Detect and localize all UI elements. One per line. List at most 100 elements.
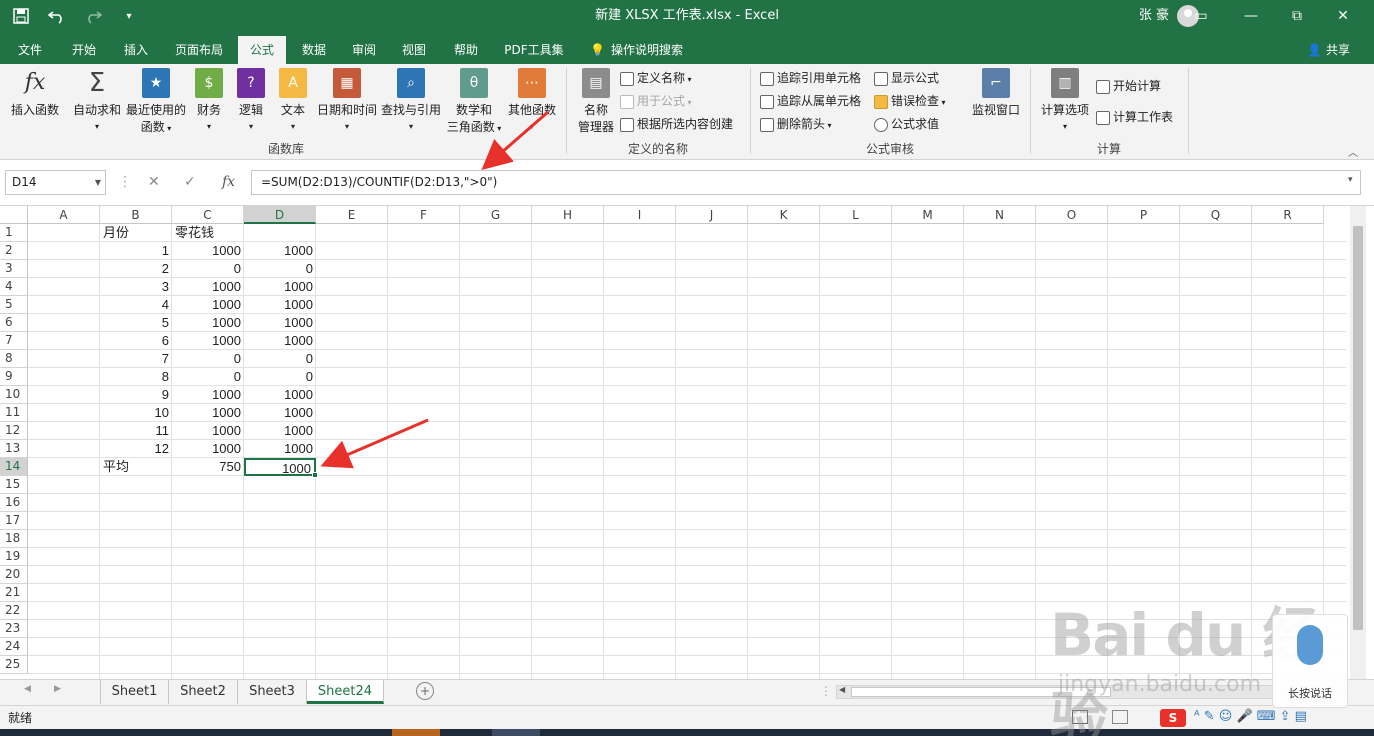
cell-c14[interactable]: 750 [172,458,244,476]
insert-function-button[interactable]: fx 插入函数 [8,68,62,118]
column-header-j[interactable]: J [676,206,748,224]
split-handle-icon[interactable]: ⋮ [820,684,832,698]
calc-now-button[interactable]: 开始计算 [1096,76,1161,96]
cell-d11[interactable]: 1000 [244,404,316,422]
row-header-21[interactable]: 21 [0,584,28,602]
row-header-20[interactable]: 20 [0,566,28,584]
tab-pdf-tools[interactable]: PDF工具集 [498,36,570,64]
sheet-tab[interactable]: Sheet1 [100,680,169,704]
cell-b10[interactable]: 9 [100,386,172,404]
cell-b5[interactable]: 4 [100,296,172,314]
share-button[interactable]: 👤 共享 [1307,36,1350,64]
cell-c2[interactable]: 1000 [172,242,244,260]
cancel-icon[interactable]: ✕ [148,170,160,195]
column-header-h[interactable]: H [532,206,604,224]
column-header-r[interactable]: R [1252,206,1324,224]
customize-icon[interactable]: ▾ [118,5,140,27]
cell-d3[interactable]: 0 [244,260,316,278]
column-header-q[interactable]: Q [1180,206,1252,224]
row-header-15[interactable]: 15 [0,476,28,494]
cell-d7[interactable]: 1000 [244,332,316,350]
use-in-formula-button[interactable]: 用于公式 ▾ [620,91,692,111]
row-header-1[interactable]: 1 [0,224,28,242]
tab-page-layout[interactable]: 页面布局 [166,36,232,64]
restore-button[interactable]: ⧉ [1274,0,1320,32]
tab-home[interactable]: 开始 [62,36,106,64]
text-button[interactable]: A 文本 ▾ [276,68,310,132]
taskbar-app[interactable] [492,729,540,736]
cell-b1[interactable]: 月份 [100,224,172,242]
cell-d9[interactable]: 0 [244,368,316,386]
cell-c11[interactable]: 1000 [172,404,244,422]
recent-functions-button[interactable]: ★ 最近使用的 函数 ▾ [124,68,188,135]
column-header-m[interactable]: M [892,206,964,224]
prev-sheet-icon[interactable]: ◀ [24,684,31,694]
cell-c4[interactable]: 1000 [172,278,244,296]
row-header-22[interactable]: 22 [0,602,28,620]
close-button[interactable]: ✕ [1320,0,1366,32]
cell-d6[interactable]: 1000 [244,314,316,332]
cell-c8[interactable]: 0 [172,350,244,368]
cell-c3[interactable]: 0 [172,260,244,278]
cell-d8[interactable]: 0 [244,350,316,368]
cell-b2[interactable]: 1 [100,242,172,260]
tab-file[interactable]: 文件 [8,36,52,64]
scroll-left-icon[interactable]: ◀ [839,685,845,694]
chevron-down-icon[interactable]: ▼ [95,171,101,194]
insert-function-icon[interactable]: fx [222,170,235,195]
logical-button[interactable]: ? 逻辑 ▾ [234,68,268,132]
sheet-tab[interactable]: Sheet2 [169,680,238,704]
cell-d2[interactable]: 1000 [244,242,316,260]
cell-b14[interactable]: 平均 [100,458,172,476]
collapse-ribbon-icon[interactable]: ︿ [1348,144,1358,159]
tab-data[interactable]: 数据 [292,36,336,64]
cell-c5[interactable]: 1000 [172,296,244,314]
row-header-25[interactable]: 25 [0,656,28,674]
row-header-8[interactable]: 8 [0,350,28,368]
create-from-selection-button[interactable]: 根据所选内容创建 [620,114,733,134]
error-checking-button[interactable]: 错误检查 ▾ [874,91,946,111]
fill-handle[interactable] [312,472,318,478]
column-header-b[interactable]: B [100,206,172,224]
row-header-11[interactable]: 11 [0,404,28,422]
tab-view[interactable]: 视图 [392,36,436,64]
voice-input-widget[interactable]: 长按说话 [1272,614,1348,708]
row-header-3[interactable]: 3 [0,260,28,278]
cell-c1[interactable]: 零花钱 [172,224,244,242]
cell-b11[interactable]: 10 [100,404,172,422]
column-header-i[interactable]: I [604,206,676,224]
cell-c12[interactable]: 1000 [172,422,244,440]
row-header-14[interactable]: 14 [0,458,28,476]
tell-me-search[interactable]: 💡 操作说明搜索 [590,36,702,64]
cell-d10[interactable]: 1000 [244,386,316,404]
scroll-thumb[interactable] [1353,226,1363,630]
lookup-button[interactable]: ⌕ 查找与引用 ▾ [380,68,442,132]
redo-icon[interactable] [82,5,104,27]
cell-b3[interactable]: 2 [100,260,172,278]
user-name[interactable]: 张 豪 [1139,0,1169,32]
cell-d4[interactable]: 1000 [244,278,316,296]
cell-c7[interactable]: 1000 [172,332,244,350]
remove-arrows-button[interactable]: 删除箭头 ▾ [760,114,832,134]
add-sheet-icon[interactable]: + [416,682,434,700]
row-header-10[interactable]: 10 [0,386,28,404]
undo-icon[interactable] [46,5,68,27]
name-manager-button[interactable]: ▤ 名称 管理器 [574,68,618,135]
column-header-d[interactable]: D [244,206,316,224]
column-header-g[interactable]: G [460,206,532,224]
cell-b4[interactable]: 3 [100,278,172,296]
cell-c10[interactable]: 1000 [172,386,244,404]
trace-precedents-button[interactable]: 追踪引用单元格 [760,68,861,88]
datetime-button[interactable]: ▦ 日期和时间 ▾ [314,68,380,132]
expand-formula-icon[interactable]: ▾ [1348,175,1353,185]
sheet-tab-active[interactable]: Sheet24 [307,680,384,704]
column-header-a[interactable]: A [28,206,100,224]
row-header-13[interactable]: 13 [0,440,28,458]
minimize-button[interactable]: — [1228,0,1274,32]
row-header-17[interactable]: 17 [0,512,28,530]
calc-options-button[interactable]: ▥ 计算选项 ▾ [1038,68,1092,132]
row-header-16[interactable]: 16 [0,494,28,512]
evaluate-formula-button[interactable]: 公式求值 [874,114,939,134]
cell-b12[interactable]: 11 [100,422,172,440]
watch-window-button[interactable]: ⌐ 监视窗口 [968,68,1024,118]
